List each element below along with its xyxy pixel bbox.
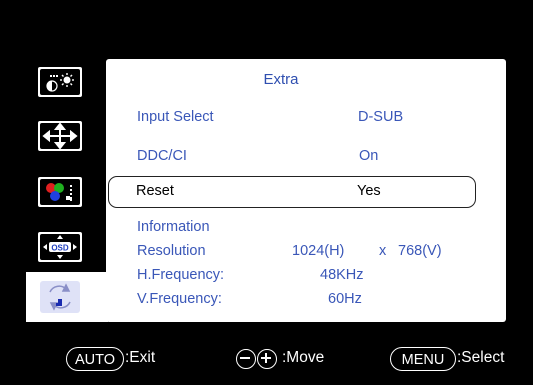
brightness-contrast-icon (46, 73, 74, 92)
osd-settings-icon: OSD (43, 235, 77, 259)
osd-tab[interactable]: OSD (38, 232, 82, 262)
ddcci-value: On (359, 148, 379, 164)
ddcci-label: DDC/CI (137, 148, 187, 164)
hfreq-label: H.Frequency: (137, 267, 225, 283)
extra-icon (49, 283, 71, 311)
resolution-x: x (379, 243, 387, 259)
resolution-v-value: 768(V) (398, 243, 442, 259)
menu-button[interactable]: MENU (390, 347, 456, 371)
osd-menu-panel: Extra Input Select D-SUB DDC/CI On Reset… (106, 59, 506, 322)
minus-button[interactable] (236, 349, 256, 369)
osd-icon-label: OSD (51, 244, 69, 253)
button-hint-bar: AUTO :Exit :Move MENU :Select (0, 345, 533, 375)
vfreq-value: 60Hz (328, 291, 362, 307)
menu-title: Extra (263, 71, 299, 88)
plus-icon (261, 353, 271, 363)
information-heading: Information (137, 219, 210, 235)
resolution-label: Resolution (137, 243, 206, 259)
hfreq-value: 48KHz (320, 267, 364, 283)
position-tab[interactable] (38, 121, 82, 151)
position-move-icon (42, 122, 78, 150)
resolution-h-value: 1024(H) (292, 243, 345, 259)
menu-row-reset[interactable]: Reset Yes (108, 176, 476, 208)
reset-value: Yes (357, 183, 381, 199)
menu-select-hint: :Select (457, 349, 505, 366)
minus-icon (240, 357, 250, 359)
input-select-value: D-SUB (358, 109, 404, 125)
reset-label: Reset (136, 183, 174, 199)
move-hint: :Move (282, 349, 325, 366)
brightness-contrast-tab[interactable] (38, 67, 82, 97)
input-select-label: Input Select (137, 109, 214, 125)
color-tab[interactable] (38, 177, 82, 207)
color-settings-icon (46, 183, 72, 201)
auto-button[interactable]: AUTO (66, 347, 124, 371)
plus-button[interactable] (257, 349, 277, 369)
extra-tab[interactable] (26, 272, 108, 322)
vfreq-label: V.Frequency: (137, 291, 222, 307)
auto-exit-hint: :Exit (125, 349, 156, 366)
